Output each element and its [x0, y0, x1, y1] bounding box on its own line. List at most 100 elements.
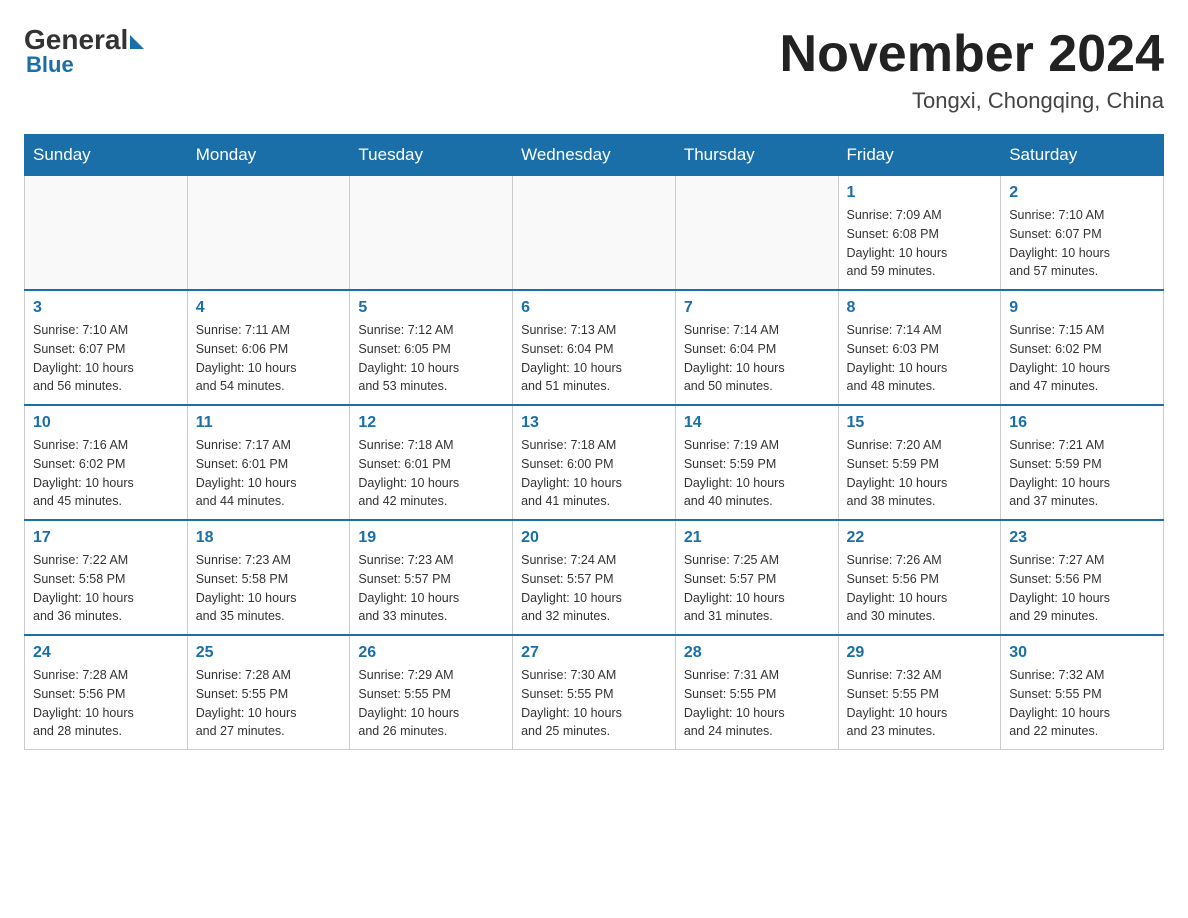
day-number: 23	[1009, 529, 1155, 547]
day-info: Sunrise: 7:18 AMSunset: 6:01 PMDaylight:…	[358, 436, 504, 511]
calendar-cell: 18 Sunrise: 7:23 AMSunset: 5:58 PMDayligh…	[187, 520, 350, 635]
calendar-cell: 16Sunrise: 7:21 AMSunset: 5:59 PMDayligh…	[1001, 405, 1164, 520]
calendar-week-row: 17 Sunrise: 7:22 AMSunset: 5:58 PMDayligh…	[25, 520, 1164, 635]
calendar-cell: 15 Sunrise: 7:20 AMSunset: 5:59 PMDayligh…	[838, 405, 1001, 520]
day-number: 22	[847, 529, 993, 547]
calendar-cell	[513, 176, 676, 291]
page-header: General Blue November 2024 Tongxi, Chong…	[24, 24, 1164, 114]
day-of-week-header: Wednesday	[513, 135, 676, 176]
day-info: Sunrise: 7:13 AMSunset: 6:04 PMDaylight:…	[521, 321, 667, 396]
day-info: Sunrise: 7:09 AMSunset: 6:08 PMDaylight:…	[847, 206, 993, 281]
day-of-week-header: Friday	[838, 135, 1001, 176]
calendar-cell: 17 Sunrise: 7:22 AMSunset: 5:58 PMDayligh…	[25, 520, 188, 635]
calendar-cell: 13 Sunrise: 7:18 AMSunset: 6:00 PMDayligh…	[513, 405, 676, 520]
calendar-cell: 14Sunrise: 7:19 AMSunset: 5:59 PMDayligh…	[675, 405, 838, 520]
day-number: 15	[847, 414, 993, 432]
day-info: Sunrise: 7:20 AMSunset: 5:59 PMDaylight:…	[847, 436, 993, 511]
day-info: Sunrise: 7:12 AMSunset: 6:05 PMDaylight:…	[358, 321, 504, 396]
day-number: 20	[521, 529, 667, 547]
calendar-cell: 8 Sunrise: 7:14 AMSunset: 6:03 PMDaylight…	[838, 290, 1001, 405]
day-info: Sunrise: 7:17 AMSunset: 6:01 PMDaylight:…	[196, 436, 342, 511]
calendar-cell: 30 Sunrise: 7:32 AMSunset: 5:55 PMDayligh…	[1001, 635, 1164, 750]
day-info: Sunrise: 7:16 AMSunset: 6:02 PMDaylight:…	[33, 436, 179, 511]
day-number: 4	[196, 299, 342, 317]
calendar-cell: 23 Sunrise: 7:27 AMSunset: 5:56 PMDayligh…	[1001, 520, 1164, 635]
day-number: 2	[1009, 184, 1155, 202]
day-number: 18	[196, 529, 342, 547]
calendar-cell	[675, 176, 838, 291]
calendar-cell	[25, 176, 188, 291]
calendar-cell: 1 Sunrise: 7:09 AMSunset: 6:08 PMDaylight…	[838, 176, 1001, 291]
calendar-cell: 6 Sunrise: 7:13 AMSunset: 6:04 PMDaylight…	[513, 290, 676, 405]
day-of-week-header: Saturday	[1001, 135, 1164, 176]
calendar-cell: 4 Sunrise: 7:11 AMSunset: 6:06 PMDaylight…	[187, 290, 350, 405]
day-of-week-header: Monday	[187, 135, 350, 176]
day-number: 8	[847, 299, 993, 317]
calendar-cell: 29Sunrise: 7:32 AMSunset: 5:55 PMDayligh…	[838, 635, 1001, 750]
day-info: Sunrise: 7:22 AMSunset: 5:58 PMDaylight:…	[33, 551, 179, 626]
calendar-cell: 20 Sunrise: 7:24 AMSunset: 5:57 PMDayligh…	[513, 520, 676, 635]
day-number: 24	[33, 644, 179, 662]
month-title: November 2024	[780, 24, 1164, 84]
calendar-week-row: 10 Sunrise: 7:16 AMSunset: 6:02 PMDayligh…	[25, 405, 1164, 520]
calendar-cell: 11 Sunrise: 7:17 AMSunset: 6:01 PMDayligh…	[187, 405, 350, 520]
day-info: Sunrise: 7:10 AMSunset: 6:07 PMDaylight:…	[33, 321, 179, 396]
day-number: 5	[358, 299, 504, 317]
day-info: Sunrise: 7:23 AMSunset: 5:57 PMDaylight:…	[358, 551, 504, 626]
day-info: Sunrise: 7:27 AMSunset: 5:56 PMDaylight:…	[1009, 551, 1155, 626]
day-info: Sunrise: 7:14 AMSunset: 6:03 PMDaylight:…	[847, 321, 993, 396]
day-info: Sunrise: 7:32 AMSunset: 5:55 PMDaylight:…	[1009, 666, 1155, 741]
day-info: Sunrise: 7:25 AMSunset: 5:57 PMDaylight:…	[684, 551, 830, 626]
day-number: 14	[684, 414, 830, 432]
day-number: 1	[847, 184, 993, 202]
day-number: 6	[521, 299, 667, 317]
day-number: 17	[33, 529, 179, 547]
calendar-cell	[350, 176, 513, 291]
day-number: 9	[1009, 299, 1155, 317]
day-info: Sunrise: 7:28 AMSunset: 5:56 PMDaylight:…	[33, 666, 179, 741]
calendar-cell: 24 Sunrise: 7:28 AMSunset: 5:56 PMDayligh…	[25, 635, 188, 750]
day-info: Sunrise: 7:26 AMSunset: 5:56 PMDaylight:…	[847, 551, 993, 626]
day-info: Sunrise: 7:31 AMSunset: 5:55 PMDaylight:…	[684, 666, 830, 741]
day-number: 11	[196, 414, 342, 432]
day-info: Sunrise: 7:23 AMSunset: 5:58 PMDaylight:…	[196, 551, 342, 626]
logo: General Blue	[24, 24, 144, 78]
calendar-cell: 3 Sunrise: 7:10 AMSunset: 6:07 PMDaylight…	[25, 290, 188, 405]
day-number: 26	[358, 644, 504, 662]
day-number: 21	[684, 529, 830, 547]
day-number: 7	[684, 299, 830, 317]
day-number: 29	[847, 644, 993, 662]
day-of-week-header: Tuesday	[350, 135, 513, 176]
calendar-cell: 19Sunrise: 7:23 AMSunset: 5:57 PMDayligh…	[350, 520, 513, 635]
day-number: 3	[33, 299, 179, 317]
day-number: 30	[1009, 644, 1155, 662]
calendar-week-row: 24 Sunrise: 7:28 AMSunset: 5:56 PMDayligh…	[25, 635, 1164, 750]
day-of-week-header: Thursday	[675, 135, 838, 176]
day-info: Sunrise: 7:30 AMSunset: 5:55 PMDaylight:…	[521, 666, 667, 741]
calendar-cell: 27Sunrise: 7:30 AMSunset: 5:55 PMDayligh…	[513, 635, 676, 750]
calendar: SundayMondayTuesdayWednesdayThursdayFrid…	[24, 134, 1164, 750]
calendar-cell: 2 Sunrise: 7:10 AMSunset: 6:07 PMDaylight…	[1001, 176, 1164, 291]
calendar-cell	[187, 176, 350, 291]
day-number: 10	[33, 414, 179, 432]
calendar-week-row: 3 Sunrise: 7:10 AMSunset: 6:07 PMDaylight…	[25, 290, 1164, 405]
day-info: Sunrise: 7:24 AMSunset: 5:57 PMDaylight:…	[521, 551, 667, 626]
calendar-cell: 25Sunrise: 7:28 AMSunset: 5:55 PMDayligh…	[187, 635, 350, 750]
title-section: November 2024 Tongxi, Chongqing, China	[780, 24, 1164, 114]
day-number: 28	[684, 644, 830, 662]
day-number: 13	[521, 414, 667, 432]
calendar-cell: 5 Sunrise: 7:12 AMSunset: 6:05 PMDaylight…	[350, 290, 513, 405]
calendar-week-row: 1 Sunrise: 7:09 AMSunset: 6:08 PMDaylight…	[25, 176, 1164, 291]
logo-blue-text: Blue	[26, 52, 74, 78]
day-number: 12	[358, 414, 504, 432]
calendar-header-row: SundayMondayTuesdayWednesdayThursdayFrid…	[25, 135, 1164, 176]
calendar-cell: 10 Sunrise: 7:16 AMSunset: 6:02 PMDayligh…	[25, 405, 188, 520]
calendar-cell: 12 Sunrise: 7:18 AMSunset: 6:01 PMDayligh…	[350, 405, 513, 520]
day-info: Sunrise: 7:28 AMSunset: 5:55 PMDaylight:…	[196, 666, 342, 741]
day-info: Sunrise: 7:11 AMSunset: 6:06 PMDaylight:…	[196, 321, 342, 396]
location: Tongxi, Chongqing, China	[780, 88, 1164, 114]
day-of-week-header: Sunday	[25, 135, 188, 176]
day-info: Sunrise: 7:15 AMSunset: 6:02 PMDaylight:…	[1009, 321, 1155, 396]
day-info: Sunrise: 7:10 AMSunset: 6:07 PMDaylight:…	[1009, 206, 1155, 281]
day-info: Sunrise: 7:18 AMSunset: 6:00 PMDaylight:…	[521, 436, 667, 511]
